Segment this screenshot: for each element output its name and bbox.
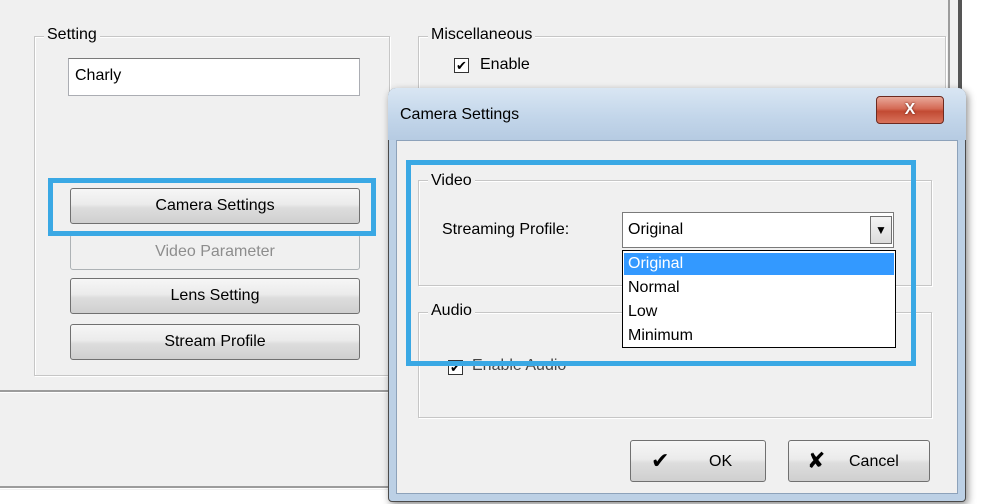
close-button[interactable]: X	[876, 96, 944, 124]
dropdown-option-minimum[interactable]: Minimum	[624, 325, 894, 347]
streaming-profile-value: Original	[628, 221, 684, 238]
dropdown-option-low[interactable]: Low	[624, 301, 894, 323]
streaming-profile-label: Streaming Profile:	[442, 221, 570, 238]
setting-group-title: Setting	[44, 26, 100, 44]
enable-checkbox[interactable]: ✔	[454, 58, 469, 73]
checkmark-icon: ✔	[651, 448, 670, 473]
cancel-button[interactable]: ✘ Cancel	[788, 440, 930, 482]
misc-group-title: Miscellaneous	[428, 26, 536, 44]
stream-profile-button[interactable]: Stream Profile	[70, 324, 360, 360]
close-icon: X	[904, 101, 916, 118]
x-icon: ✘	[807, 448, 826, 473]
video-group-title: Video	[428, 172, 475, 190]
desktop-background	[962, 0, 992, 504]
enable-label: Enable	[480, 56, 530, 73]
dropdown-option-normal[interactable]: Normal	[624, 277, 894, 299]
video-parameter-button[interactable]: Video Parameter	[70, 234, 360, 270]
lens-setting-button[interactable]: Lens Setting	[70, 278, 360, 314]
audio-group-title: Audio	[428, 302, 475, 320]
ok-button[interactable]: ✔ OK	[630, 440, 766, 482]
dropdown-arrow-icon[interactable]: ▼	[870, 216, 892, 244]
cancel-label: Cancel	[849, 453, 899, 470]
enable-audio-label: Enable Audio	[472, 357, 567, 374]
enable-audio-checkbox[interactable]: ✔	[448, 360, 463, 375]
ok-label: OK	[709, 453, 733, 470]
streaming-profile-dropdown-list: Original Normal Low Minimum	[622, 250, 896, 348]
dialog-title: Camera Settings	[400, 106, 520, 123]
camera-name-field[interactable]: Charly	[68, 58, 360, 96]
dropdown-option-original[interactable]: Original	[624, 253, 894, 275]
camera-settings-button[interactable]: Camera Settings	[70, 188, 360, 224]
